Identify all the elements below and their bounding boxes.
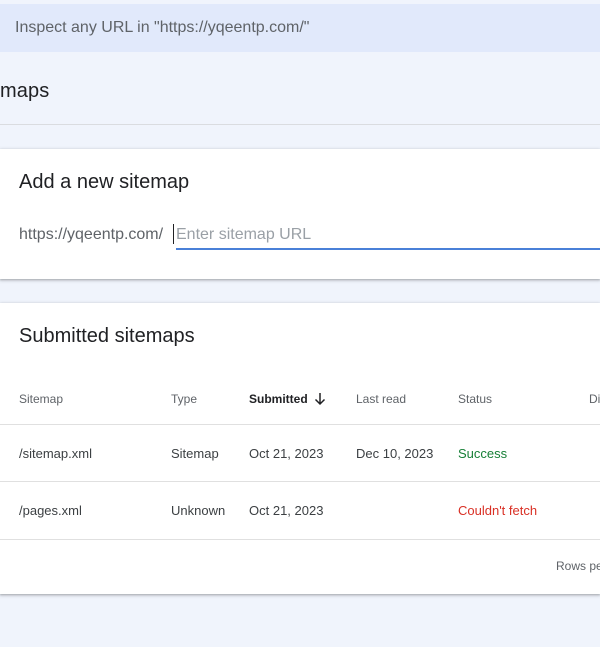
cell-type: Sitemap <box>171 446 219 461</box>
status-badge: Couldn't fetch <box>458 503 538 518</box>
column-header-discovered[interactable]: Di <box>589 374 600 424</box>
text-caret <box>173 224 174 244</box>
cell-sitemap: /pages.xml <box>19 503 82 518</box>
column-header-sitemap[interactable]: Sitemap <box>19 374 63 424</box>
page-title: maps <box>0 80 50 102</box>
column-header-type[interactable]: Type <box>171 374 197 424</box>
submitted-sitemaps-title: Submitted sitemaps <box>19 325 195 347</box>
cell-last-read: Dec 10, 2023 <box>356 446 434 461</box>
submitted-sitemaps-card: Submitted sitemaps Sitemap Type Submitte… <box>0 303 600 594</box>
column-header-submitted-label: Submitted <box>249 392 308 406</box>
cell-submitted: Oct 21, 2023 <box>249 503 324 518</box>
add-sitemap-title: Add a new sitemap <box>19 171 190 193</box>
cell-submitted: Oct 21, 2023 <box>249 446 324 461</box>
url-inspection-placeholder: Inspect any URL in "https://yqeentp.com/… <box>15 19 310 36</box>
column-header-status[interactable]: Status <box>458 374 492 424</box>
header-divider <box>0 124 600 125</box>
url-inspection-bar[interactable]: Inspect any URL in "https://yqeentp.com/… <box>0 4 600 52</box>
rows-per-page-label: Rows pe <box>556 559 600 573</box>
column-header-last-read[interactable]: Last read <box>356 374 406 424</box>
table-row[interactable]: /pages.xml Unknown Oct 21, 2023 Couldn't… <box>0 481 600 540</box>
sitemap-url-field[interactable] <box>173 222 600 250</box>
page: Inspect any URL in "https://yqeentp.com/… <box>0 0 600 647</box>
status-badge: Success <box>458 446 508 461</box>
column-header-submitted[interactable]: Submitted <box>249 374 326 424</box>
table-header: Sitemap Type Submitted Last read Status … <box>0 374 600 424</box>
sitemap-url-prefix: https://yqeentp.com/ <box>19 226 164 243</box>
add-sitemap-card: Add a new sitemap https://yqeentp.com/ <box>0 149 600 279</box>
arrow-down-icon <box>314 392 326 406</box>
table-row[interactable]: /sitemap.xml Sitemap Oct 21, 2023 Dec 10… <box>0 424 600 482</box>
cell-sitemap: /sitemap.xml <box>19 446 92 461</box>
sitemap-url-input[interactable] <box>176 222 600 248</box>
cell-type: Unknown <box>171 503 226 518</box>
